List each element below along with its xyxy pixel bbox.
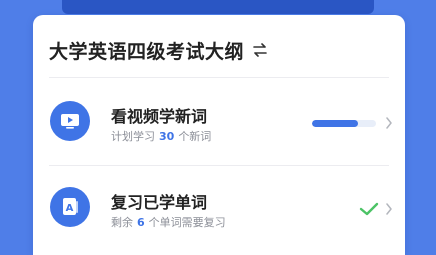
flashcard-icon: A — [50, 187, 90, 227]
row-title: 看视频学新词 — [111, 107, 208, 126]
chevron-right-icon — [386, 203, 392, 215]
sub-suffix: 个新词 — [178, 130, 212, 143]
book-switcher[interactable]: 大学英语四级考试大纲 — [49, 37, 268, 63]
row-title: 复习已学单词 — [111, 193, 208, 212]
study-card: 大学英语四级考试大纲 看视频学新词 计划学习 30 个新词 A 复习已学单词 剩… — [33, 15, 405, 255]
row-subtitle: 计划学习 30 个新词 — [111, 128, 211, 144]
progress-fill — [312, 120, 359, 127]
svg-text:A: A — [66, 203, 74, 214]
swap-icon[interactable] — [252, 43, 268, 57]
watch-video-row[interactable]: 看视频学新词 计划学习 30 个新词 — [33, 87, 405, 157]
review-words-row[interactable]: A 复习已学单词 剩余 6 个单词需要复习 — [33, 173, 405, 243]
divider — [49, 165, 389, 166]
row-subtitle: 剩余 6 个单词需要复习 — [111, 214, 226, 230]
sub-prefix: 剩余 — [111, 216, 133, 229]
check-icon — [359, 202, 379, 216]
review-word-count: 6 — [137, 216, 145, 229]
divider — [49, 77, 389, 78]
video-icon — [50, 101, 90, 141]
new-word-count: 30 — [159, 130, 175, 143]
background-strip — [62, 0, 374, 14]
progress-bar — [312, 120, 376, 127]
chevron-right-icon — [386, 117, 392, 129]
sub-prefix: 计划学习 — [111, 130, 155, 143]
sub-suffix: 个单词需要复习 — [148, 216, 226, 229]
book-title: 大学英语四级考试大纲 — [49, 40, 245, 63]
